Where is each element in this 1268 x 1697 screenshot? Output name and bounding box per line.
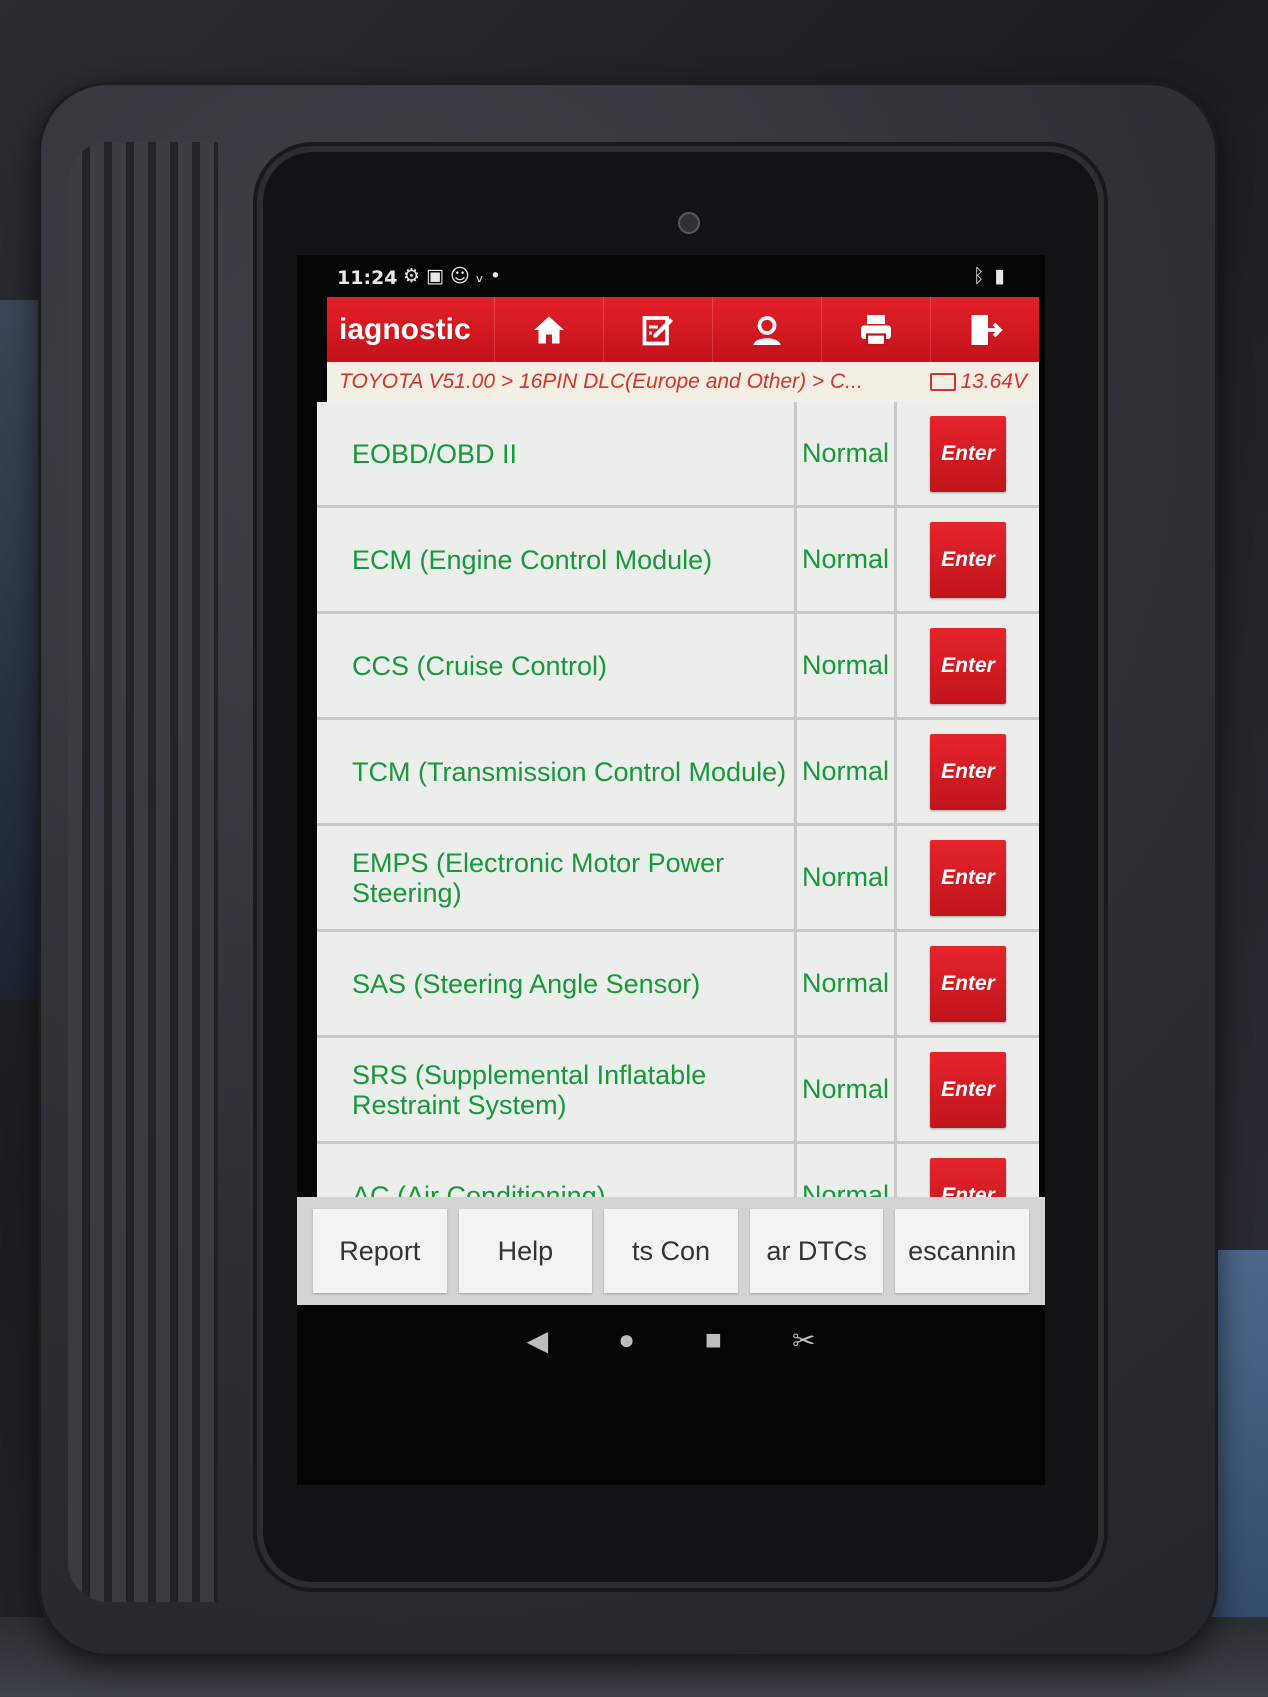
report-button[interactable]: Report xyxy=(313,1209,447,1293)
system-name: ECM (Engine Control Module) xyxy=(317,508,797,611)
system-row: ECM (Engine Control Module) Normal Enter xyxy=(317,508,1039,614)
components-button[interactable]: ts Con xyxy=(604,1209,738,1293)
system-action-cell: Enter xyxy=(897,1038,1039,1141)
system-name: SAS (Steering Angle Sensor) xyxy=(317,932,797,1035)
status-right-icons: ᛒ▮ xyxy=(973,265,1015,287)
enter-button[interactable]: Enter xyxy=(930,521,1006,598)
system-name: EOBD/OBD II xyxy=(317,402,797,505)
system-action-cell: Enter xyxy=(897,932,1039,1035)
enter-button[interactable]: Enter xyxy=(930,1157,1006,1197)
system-status: Normal xyxy=(797,1038,897,1141)
enter-button[interactable]: Enter xyxy=(930,839,1006,916)
clear-dtcs-button[interactable]: ar DTCs xyxy=(749,1209,884,1293)
gear-icon: ⚙ xyxy=(403,265,427,287)
system-status: Normal xyxy=(797,508,897,611)
tablet-screen: 11:24 ⚙▣☺ᵥ• ᛒ▮ iagnostic TOYOTA V51.00 >… xyxy=(297,255,1045,1485)
accessibility-icon: ☺ xyxy=(450,265,476,287)
system-status: Normal xyxy=(797,614,897,717)
system-action-cell: Enter xyxy=(897,826,1039,929)
home-button[interactable] xyxy=(494,297,603,362)
system-action-cell: Enter xyxy=(897,614,1039,717)
system-row: EOBD/OBD II Normal Enter xyxy=(317,402,1039,508)
system-list: EOBD/OBD II Normal Enter ECM (Engine Con… xyxy=(317,402,1039,1197)
system-row: SAS (Steering Angle Sensor) Normal Enter xyxy=(317,932,1039,1038)
background-left xyxy=(0,300,40,1000)
system-action-cell: Enter xyxy=(897,508,1039,611)
home-circle-icon[interactable]: ● xyxy=(618,1324,635,1356)
recents-square-icon[interactable]: ■ xyxy=(705,1324,722,1356)
system-name: EMPS (Electronic Motor Power Steering) xyxy=(317,826,797,929)
home-icon xyxy=(534,316,564,343)
system-action-cell: Enter xyxy=(897,1144,1039,1197)
case-grip-ridges xyxy=(68,142,218,1602)
system-name: SRS (Supplemental Inflatable Restraint S… xyxy=(317,1038,797,1141)
breadcrumb-path: TOYOTA V51.00 > 16PIN DLC(Europe and Oth… xyxy=(339,370,863,393)
user-button[interactable] xyxy=(712,297,821,362)
image-icon: ▣ xyxy=(426,265,450,287)
app-toolbar: iagnostic xyxy=(327,297,1039,362)
system-row: TCM (Transmission Control Module) Normal… xyxy=(317,720,1039,826)
android-nav-bar: ◀ ● ■ ✂ xyxy=(297,1305,1045,1375)
system-status: Normal xyxy=(797,932,897,1035)
print-button[interactable] xyxy=(821,297,930,362)
status-icons: ⚙▣☺ᵥ• xyxy=(403,265,507,287)
print-icon xyxy=(861,314,891,346)
edit-button[interactable] xyxy=(603,297,712,362)
screenshot-icon[interactable]: ✂ xyxy=(792,1324,815,1357)
system-name: TCM (Transmission Control Module) xyxy=(317,720,797,823)
system-row: SRS (Supplemental Inflatable Restraint S… xyxy=(317,1038,1039,1144)
camera-icon xyxy=(678,212,700,234)
system-row: EMPS (Electronic Motor Power Steering) N… xyxy=(317,826,1039,932)
usb-icon: ᵥ xyxy=(475,265,490,287)
system-name: AC (Air Conditioning) xyxy=(317,1144,797,1197)
exit-button[interactable] xyxy=(930,297,1039,362)
help-button[interactable]: Help xyxy=(458,1209,593,1293)
user-icon xyxy=(753,315,781,345)
system-action-cell: Enter xyxy=(897,402,1039,505)
edit-icon xyxy=(642,315,673,345)
battery-icon: ▮ xyxy=(994,265,1015,287)
breadcrumb: TOYOTA V51.00 > 16PIN DLC(Europe and Oth… xyxy=(327,362,1039,402)
system-row: AC (Air Conditioning) Normal Enter xyxy=(317,1144,1039,1197)
app-title: iagnostic xyxy=(339,312,471,346)
enter-button[interactable]: Enter xyxy=(930,627,1006,704)
car-battery-icon xyxy=(930,373,957,391)
exit-icon xyxy=(971,314,1003,345)
status-bar: 11:24 ⚙▣☺ᵥ• ᛒ▮ xyxy=(297,255,1045,297)
voltage-readout: 13.64V xyxy=(930,370,1039,394)
rescanning-button[interactable]: escannin xyxy=(895,1209,1029,1293)
voltage-value: 13.64V xyxy=(960,370,1027,393)
status-time: 11:24 xyxy=(337,267,398,289)
back-triangle-icon[interactable]: ◀ xyxy=(527,1324,549,1357)
bottom-action-bar: Report Help ts Con ar DTCs escannin xyxy=(297,1197,1045,1305)
enter-button[interactable]: Enter xyxy=(930,945,1006,1022)
system-action-cell: Enter xyxy=(897,720,1039,823)
bluetooth-icon: ᛒ xyxy=(973,265,995,287)
system-status: Normal xyxy=(797,402,897,505)
dot-icon: • xyxy=(489,265,507,287)
system-status: Normal xyxy=(797,826,897,929)
enter-button[interactable]: Enter xyxy=(930,415,1006,492)
system-name: CCS (Cruise Control) xyxy=(317,614,797,717)
system-status: Normal xyxy=(797,1144,897,1197)
enter-button[interactable]: Enter xyxy=(930,1051,1006,1128)
system-row: CCS (Cruise Control) Normal Enter xyxy=(317,614,1039,720)
enter-button[interactable]: Enter xyxy=(930,733,1006,810)
system-status: Normal xyxy=(797,720,897,823)
